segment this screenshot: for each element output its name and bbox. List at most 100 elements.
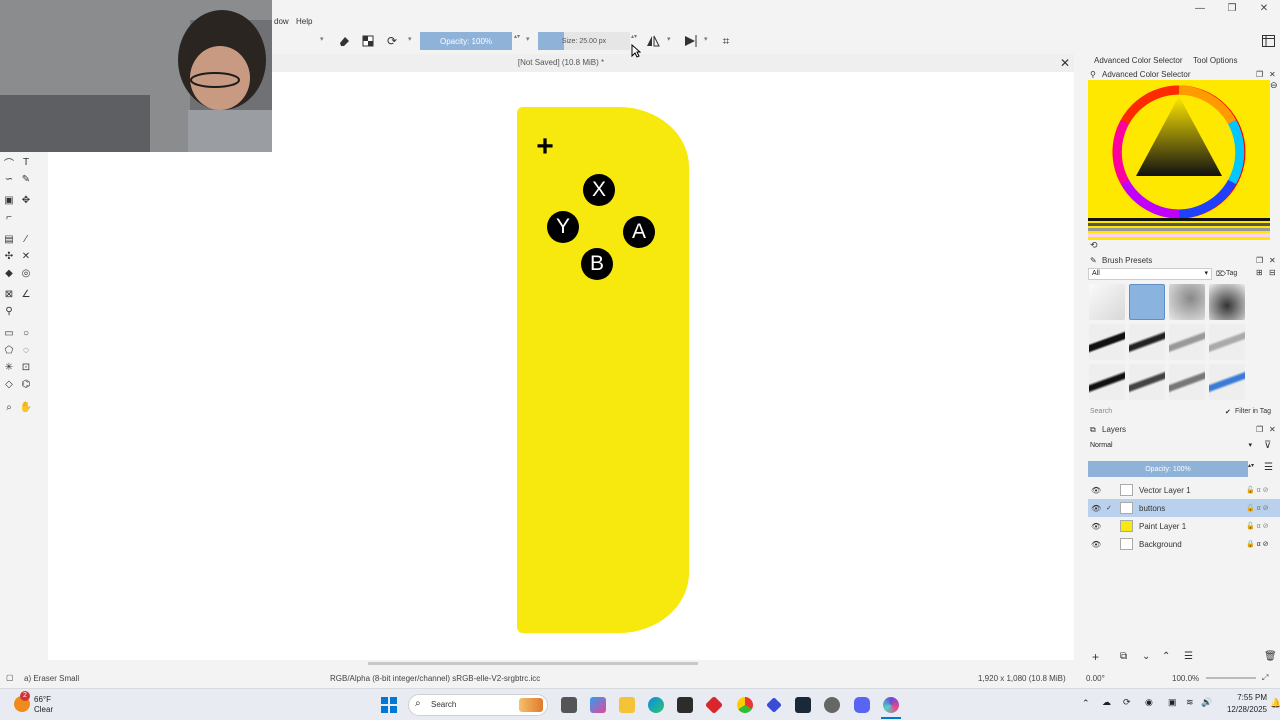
close-document-button[interactable]: ✕ — [1060, 56, 1070, 70]
layer-row-background[interactable]: 👁 Background 🔒 α ⊘ — [1088, 535, 1280, 553]
brush-tag-label[interactable]: Tag — [1226, 270, 1237, 277]
edge-icon[interactable] — [648, 697, 664, 713]
delete-layer-icon[interactable]: 🗑 — [1264, 651, 1277, 662]
mirror-h-dropdown[interactable]: ▾ — [667, 35, 671, 43]
blend-mode-select[interactable]: Normal ▾ — [1088, 441, 1254, 453]
menu-help[interactable]: Help — [296, 17, 312, 26]
tab-tool-options[interactable]: Tool Options — [1193, 56, 1237, 65]
brush-filter-select[interactable]: All ▾ — [1088, 268, 1212, 280]
brush-preset-airbrush[interactable] — [1169, 284, 1205, 320]
visibility-eye-icon[interactable]: 👁 — [1091, 504, 1101, 513]
bezier-tool-icon[interactable]: ⌒ — [2, 155, 16, 170]
notification-icon[interactable]: 🔔 — [1270, 698, 1280, 709]
file-explorer-icon[interactable] — [619, 697, 635, 713]
app-red-icon[interactable] — [704, 695, 724, 715]
color-selector[interactable] — [1088, 80, 1270, 240]
eraser-mode-icon[interactable] — [336, 33, 352, 49]
maximize-button[interactable]: ❐ — [1216, 0, 1248, 16]
zoom-tool-icon[interactable]: ⌕ — [2, 400, 16, 414]
bezier-select-icon[interactable]: ◇ — [2, 377, 16, 391]
opacity-slider[interactable]: Opacity: 100% — [420, 32, 512, 50]
dynamic-brush-icon[interactable]: ✎ — [19, 172, 33, 186]
layer-menu-icon[interactable]: ☰ — [1264, 462, 1273, 473]
assistant-icon[interactable]: ⊠ — [2, 287, 16, 301]
brush-preset-fineliner[interactable] — [1089, 364, 1125, 400]
weather-temp[interactable]: 66°F — [34, 695, 51, 704]
transform-tool-icon[interactable]: ▣ — [2, 193, 16, 207]
freehand-select-icon[interactable]: ◌ — [19, 343, 33, 357]
move-layer-up-icon[interactable]: ⌃ — [1162, 651, 1170, 662]
tray-app3-icon[interactable]: ▣ — [1168, 697, 1177, 708]
layer-row-buttons[interactable]: 👁 ✓ buttons 🔓 α ⊘ — [1088, 499, 1280, 517]
start-icon[interactable] — [381, 697, 397, 715]
app-blue-icon[interactable] — [766, 697, 782, 713]
layer-opacity-spin[interactable]: ▴▾ — [1248, 462, 1254, 469]
brush-preset-pencil[interactable] — [1169, 324, 1205, 360]
smart-patch-icon[interactable]: ✣ — [2, 249, 16, 263]
close-layers-panel-icon[interactable]: ✕ — [1269, 425, 1276, 434]
current-brush-label[interactable]: a) Eraser Small — [24, 674, 79, 683]
copilot-icon[interactable] — [590, 697, 606, 713]
volume-icon[interactable]: 🔊 — [1201, 697, 1212, 708]
store-icon[interactable] — [677, 697, 693, 713]
minimize-button[interactable]: — — [1184, 0, 1216, 16]
polygon-select-icon[interactable]: ⬠ — [2, 343, 16, 357]
tray-overflow-icon[interactable]: ⌃ — [1082, 698, 1090, 709]
filter-icon[interactable]: ⊽ — [1264, 440, 1271, 451]
steam-icon[interactable] — [795, 697, 811, 713]
brush-view-icon[interactable]: ⊞ — [1256, 268, 1263, 277]
size-slider[interactable]: Size: 25.00 px — [538, 32, 630, 50]
visibility-eye-icon[interactable]: 👁 — [1091, 486, 1101, 495]
brush-preset-brush[interactable] — [1129, 364, 1165, 400]
close-window-button[interactable]: ✕ — [1248, 0, 1280, 16]
taskbar-search[interactable]: ⌕ Search — [408, 694, 548, 716]
brush-preset-selected[interactable] — [1129, 284, 1165, 320]
duplicate-layer-icon[interactable]: ⧉ — [1120, 651, 1127, 662]
wifi-icon[interactable]: ≋ — [1186, 697, 1194, 708]
contiguous-select-icon[interactable]: ✳ — [2, 360, 16, 374]
brush-preset-sketch[interactable] — [1169, 364, 1205, 400]
move-tool-icon[interactable]: ✥ — [19, 193, 33, 207]
krita-icon[interactable] — [883, 697, 899, 713]
clock-date[interactable]: 12/28/2025 — [1221, 705, 1267, 714]
tab-advanced-color-selector[interactable]: Advanced Color Selector — [1094, 56, 1183, 65]
layer-row-vector[interactable]: 👁 Vector Layer 1 🔓 α ⊘ — [1088, 481, 1280, 499]
float-layers-panel-icon[interactable]: ❐ — [1256, 425, 1263, 434]
wrap-around-icon[interactable]: ⌗ — [718, 33, 734, 49]
add-layer-icon[interactable]: + — [1092, 650, 1099, 664]
layer-properties-icon[interactable]: ☰ — [1184, 651, 1193, 662]
clock-time[interactable]: 7:55 PM — [1225, 693, 1267, 702]
fill-tool-icon[interactable]: ◆ — [2, 266, 16, 280]
mirror-v-dropdown[interactable]: ▾ — [704, 35, 708, 43]
visibility-eye-icon[interactable]: 👁 — [1091, 522, 1101, 531]
brush-preset-colored[interactable] — [1209, 364, 1245, 400]
layer-opacity-slider[interactable]: Opacity: 100% — [1088, 461, 1248, 477]
brush-preset-pen[interactable] — [1089, 324, 1125, 360]
move-layer-down-icon[interactable]: ⌄ — [1142, 651, 1150, 662]
layer-lock-icon[interactable]: 🔓 α ⊘ — [1246, 504, 1269, 512]
preset-dropdown-arrow[interactable]: ▾ — [320, 35, 324, 43]
settings-icon[interactable] — [824, 697, 840, 713]
reload-preset-icon[interactable]: ⟳ — [384, 33, 400, 49]
mirror-vertical-icon[interactable] — [682, 33, 698, 49]
magnetic-select-icon[interactable]: ⌬ — [19, 377, 33, 391]
tag-icon[interactable]: ⌦ — [1216, 270, 1226, 278]
color-picker-icon[interactable]: ⁄ — [19, 232, 33, 246]
brush-search-input[interactable]: Search — [1088, 406, 1218, 418]
gradient-tool-icon[interactable]: ▤ — [2, 232, 16, 246]
brush-preset-eraser[interactable] — [1089, 284, 1125, 320]
freehand-path-icon[interactable]: ∽ — [2, 172, 16, 186]
zoom-label[interactable]: 100.0% — [1172, 674, 1199, 683]
mirror-horizontal-icon[interactable] — [645, 33, 661, 49]
tray-app-icon[interactable]: ☁ — [1102, 697, 1111, 708]
workspace-icon[interactable] — [1260, 33, 1276, 49]
ellipse-select-icon[interactable]: ○ — [19, 326, 33, 340]
canvas-horizontal-scrollbar[interactable] — [48, 660, 1074, 668]
crop-tool-icon[interactable]: ⌐ — [2, 210, 16, 224]
close-brush-panel-icon[interactable]: ✕ — [1269, 256, 1276, 265]
hscroll-thumb[interactable] — [368, 662, 698, 665]
text-tool-icon[interactable]: T — [19, 155, 33, 169]
brush-preset-ink[interactable] — [1209, 284, 1245, 320]
assistant-tool-icon[interactable]: ✕ — [19, 249, 33, 263]
reference-tool-icon[interactable]: ⚲ — [2, 304, 16, 318]
